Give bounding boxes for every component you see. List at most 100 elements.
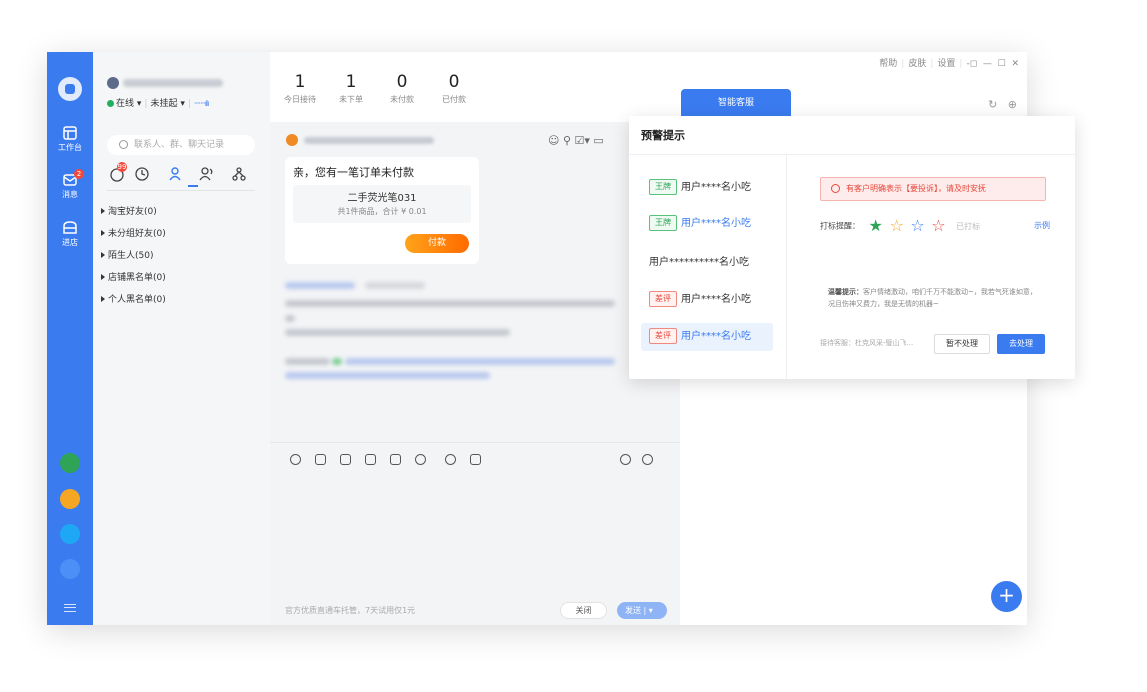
chat-bubble-icon[interactable] bbox=[60, 559, 80, 579]
status-row: 在线 ▾ | 未挂起 ▾ | ·······ılı bbox=[107, 96, 209, 109]
stat-paid[interactable]: 0 已付款 bbox=[434, 72, 474, 105]
agent-name: 接待客服：杜克风采-璧山飞... bbox=[820, 339, 914, 347]
customer-name-blurred bbox=[304, 137, 434, 144]
online-status-dropdown[interactable]: 在线 bbox=[116, 99, 134, 109]
image-icon[interactable] bbox=[340, 454, 351, 465]
handle-button[interactable]: 去处理 bbox=[997, 334, 1045, 354]
user-name: 用户****名小吃 bbox=[681, 331, 751, 342]
tab-history[interactable] bbox=[134, 166, 150, 182]
order-title: 亲，您有一笔订单未付款 bbox=[293, 166, 414, 179]
nav-item-message[interactable]: 2 消息 bbox=[47, 169, 93, 200]
complaint-alert: 有客户明确表示【要投诉】，请及时安抚 bbox=[820, 177, 1046, 201]
shop-icon bbox=[63, 221, 77, 234]
tab-groups[interactable] bbox=[231, 166, 247, 182]
refresh-icon[interactable]: ↻ bbox=[988, 98, 997, 111]
group-item[interactable]: 淘宝好友(0) bbox=[101, 204, 157, 217]
stat-value: 1 bbox=[345, 72, 357, 92]
tip-title: 温馨提示： bbox=[828, 288, 863, 296]
coupon-icon[interactable] bbox=[470, 454, 481, 465]
tab-contacts[interactable] bbox=[167, 166, 183, 182]
stat-unpaid[interactable]: 0 未付款 bbox=[382, 72, 422, 105]
ad-hint[interactable]: 官方优质直通车托管，7天试用仅1元 bbox=[285, 605, 415, 616]
user-name: 用户****名小吃 bbox=[681, 294, 751, 305]
message-badge: 2 bbox=[74, 169, 84, 179]
settings-link[interactable]: 设置 bbox=[937, 59, 955, 69]
warning-user-item[interactable]: 王牌 用户****名小吃 bbox=[641, 174, 773, 202]
warning-user-item[interactable]: 差评 用户****名小吃 bbox=[641, 286, 773, 314]
send-button[interactable]: 发送 | ▾ bbox=[617, 602, 667, 619]
divider bbox=[107, 190, 255, 191]
stat-not-ordered[interactable]: 1 未下单 bbox=[331, 72, 371, 105]
text-format-icon[interactable] bbox=[315, 454, 326, 465]
warning-user-item-selected[interactable]: 差评 用户****名小吃 bbox=[641, 323, 773, 351]
user-tag: 差评 bbox=[649, 291, 677, 307]
tab-ai-service[interactable]: 智能客服 bbox=[681, 89, 791, 117]
warning-user-item[interactable]: 王牌 用户****名小吃 bbox=[641, 210, 773, 238]
minimize-icon[interactable]: — bbox=[983, 59, 992, 69]
stat-label: 今日接待 bbox=[284, 95, 316, 104]
help-link[interactable]: 帮助 bbox=[879, 59, 897, 69]
group-item[interactable]: 店铺黑名单(0) bbox=[101, 270, 166, 283]
video-icon[interactable] bbox=[365, 454, 376, 465]
close-icon[interactable]: ✕ bbox=[1011, 59, 1019, 69]
user-name: 用户****名小吃 bbox=[681, 218, 751, 229]
chat-header-tools[interactable]: ☺ ⚲ ☑▾ ▭ bbox=[548, 134, 604, 147]
star-blue-icon[interactable]: ☆ bbox=[910, 216, 924, 235]
star-yellow-icon[interactable]: ☆ bbox=[889, 216, 903, 235]
robot-icon[interactable] bbox=[60, 524, 80, 544]
transfer-icon[interactable] bbox=[620, 454, 631, 465]
nav-item-shop[interactable]: 进店 bbox=[47, 220, 93, 248]
scissors-icon[interactable] bbox=[415, 454, 426, 465]
divider bbox=[270, 442, 680, 443]
example-link[interactable]: 示例 bbox=[1034, 216, 1050, 236]
stat-label: 未下单 bbox=[339, 95, 363, 104]
tab-recent-chats[interactable]: 99 bbox=[109, 162, 127, 182]
person-icon bbox=[169, 167, 181, 181]
group-item[interactable]: 个人黑名单(0) bbox=[101, 292, 166, 305]
hang-status-dropdown[interactable]: 未挂起 bbox=[150, 99, 177, 109]
chat-panel: ☺ ⚲ ☑▾ ▭ 亲，您有一笔订单未付款 二手荧光笔031 共1件商品，合计 ¥… bbox=[270, 122, 680, 625]
reception-stats: 1 今日接待 1 未下单 0 未付款 0 已付款 bbox=[270, 52, 680, 122]
tab-customers[interactable] bbox=[199, 166, 215, 182]
maximize-icon[interactable]: ☐ bbox=[998, 59, 1006, 69]
pay-button[interactable]: 付款 bbox=[405, 234, 469, 253]
profile[interactable] bbox=[107, 72, 223, 91]
search-input[interactable]: 联系人、群、聊天记录 bbox=[107, 135, 255, 155]
group-item[interactable]: 未分组好友(0) bbox=[101, 226, 166, 239]
message-link-blurred bbox=[285, 372, 490, 379]
app-logo-icon bbox=[58, 77, 82, 101]
close-button[interactable]: 关闭 bbox=[560, 602, 607, 619]
nav-item-label: 工作台 bbox=[58, 143, 82, 152]
emoji-icon[interactable] bbox=[290, 454, 301, 465]
skin-link[interactable]: 皮肤 bbox=[908, 59, 926, 69]
warning-user-item[interactable]: 用户**********名小吃 bbox=[649, 249, 781, 277]
menu-icon[interactable] bbox=[64, 604, 76, 612]
ignore-button[interactable]: 暂不处理 bbox=[934, 334, 990, 354]
folder-icon[interactable] bbox=[390, 454, 401, 465]
message-time-blurred bbox=[365, 282, 425, 289]
team-icon[interactable] bbox=[60, 453, 80, 473]
star-green-icon[interactable]: ★ bbox=[869, 216, 883, 235]
add-circle-icon[interactable]: ⊕ bbox=[1008, 98, 1017, 111]
add-button[interactable]: + bbox=[991, 581, 1022, 612]
warning-popup: 预警提示 王牌 用户****名小吃 王牌 用户****名小吃 用户*********… bbox=[629, 116, 1075, 379]
caret-right-icon bbox=[101, 296, 105, 302]
group-item[interactable]: 陌生人(50) bbox=[101, 248, 153, 261]
store-app-icon[interactable] bbox=[60, 489, 80, 509]
rating-label: 打标提醒： bbox=[820, 221, 860, 231]
user-tag: 差评 bbox=[649, 328, 677, 344]
online-dot-icon bbox=[107, 100, 114, 107]
star-red-icon[interactable]: ☆ bbox=[931, 216, 945, 235]
contacts-panel: 在线 ▾|未挂起 ▾|·······ılı 联系人、群、聊天记录 99 bbox=[93, 52, 270, 625]
tab-active-indicator bbox=[188, 185, 198, 187]
percent-icon[interactable] bbox=[445, 454, 456, 465]
message-text-blurred bbox=[285, 300, 615, 307]
product-box[interactable]: 二手荧光笔031 共1件商品，合计 ¥ 0.01 bbox=[293, 185, 471, 223]
stat-today[interactable]: 1 今日接待 bbox=[280, 72, 320, 105]
person-group-icon bbox=[199, 167, 213, 181]
settings-icon[interactable] bbox=[642, 454, 653, 465]
alert-text: 有客户明确表示【要投诉】，请及时安抚 bbox=[846, 184, 986, 193]
pin-icon[interactable]: -◻ bbox=[966, 59, 977, 69]
nav-item-workbench[interactable]: 工作台 bbox=[47, 125, 93, 153]
nav-item-label: 进店 bbox=[62, 238, 78, 247]
